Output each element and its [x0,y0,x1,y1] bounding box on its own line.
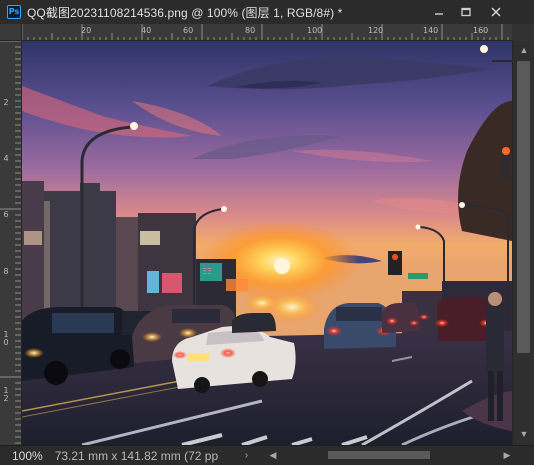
ruler-left-label: 1 2 [3,386,9,403]
maximize-icon [461,7,471,17]
ruler-left-label: 1 0 [3,330,9,347]
title-bar[interactable]: Ps QQ截图20231108214536.png @ 100% (图层 1, … [0,0,534,24]
ruler-top-label: 160 [473,26,489,35]
scroll-left-arrow-icon[interactable]: ◀ [268,449,278,461]
ruler-top-label: 60 [183,26,194,35]
photoshop-document-window: Ps QQ截图20231108214536.png @ 100% (图层 1, … [0,0,534,465]
document-title: QQ截图20231108214536.png @ 100% (图层 1, RGB… [27,5,343,20]
horizontal-scroll-thumb[interactable] [328,451,430,459]
scroll-down-arrow-icon[interactable]: ▼ [518,429,530,439]
scroll-right-arrow-icon[interactable]: ▶ [502,449,512,461]
ruler-left-label: 2 [3,98,9,107]
close-icon [491,7,501,17]
horizontal-ruler[interactable]: 20 40 60 80 100 120 140 160 [22,24,512,41]
ruler-top-label: 140 [423,26,439,35]
zoom-level[interactable]: 100% [12,449,43,463]
sunset-street-photo: ΞΞ [22,41,512,445]
maximize-button[interactable] [454,3,478,21]
vertical-ruler[interactable]: 2 4 6 8 1 0 1 2 [0,41,22,445]
horizontal-ruler-ticks [22,24,509,40]
vertical-scrollbar[interactable]: ▲ ▼ [512,41,534,445]
ruler-top-label: 20 [81,26,92,35]
horizontal-scrollbar[interactable]: ◀ ▶ [268,449,512,461]
document-info[interactable]: 73.21 mm x 141.82 mm (72 pp [55,449,237,463]
ruler-top-label: 40 [141,26,152,35]
ruler-top-label: 120 [368,26,384,35]
minimize-icon [435,13,443,15]
ruler-top-label: 80 [245,26,256,35]
ruler-origin[interactable] [0,24,22,41]
minimize-button[interactable] [427,3,451,21]
close-button[interactable] [484,3,508,21]
ruler-left-label: 6 [3,210,9,219]
document-canvas[interactable]: ΞΞ [22,41,512,445]
status-menu-arrow-icon[interactable]: › [245,450,248,461]
ruler-top-label: 100 [307,26,323,35]
ruler-left-label: 8 [3,267,9,276]
vertical-scroll-thumb[interactable] [517,61,530,353]
ruler-left-label: 4 [3,154,9,163]
scroll-up-arrow-icon[interactable]: ▲ [518,45,530,55]
photoshop-app-icon: Ps [7,5,21,19]
svg-text:ΞΞ: ΞΞ [202,267,212,276]
